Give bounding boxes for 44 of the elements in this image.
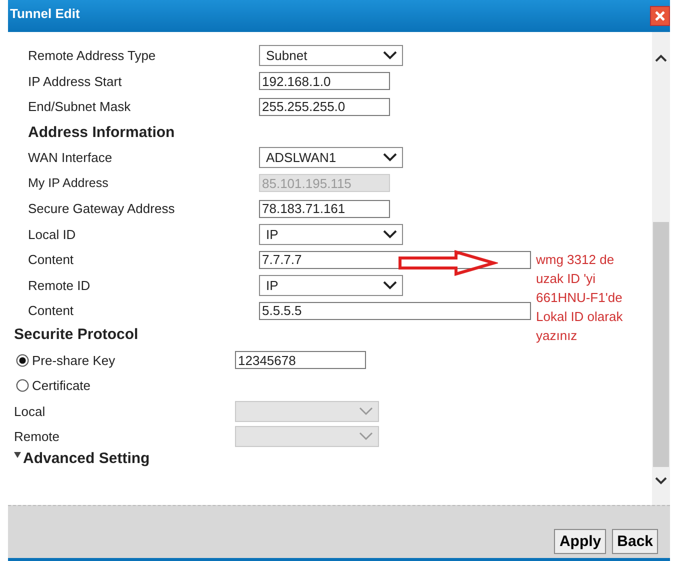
input-field[interactable]: 78.183.71.161 — [259, 200, 390, 218]
section-heading: Address Information — [28, 124, 175, 141]
dropdown[interactable]: ADSLWAN1 — [259, 147, 403, 168]
chevron-down-icon — [383, 280, 397, 290]
field-label: My IP Address — [28, 176, 110, 190]
triangle-down-icon — [14, 452, 21, 458]
input-field[interactable]: 255.255.255.0 — [259, 98, 390, 116]
field-label: Remote ID — [28, 278, 92, 293]
chevron-down-icon — [655, 477, 667, 485]
advanced-toggle[interactable]: Advanced Setting — [14, 450, 652, 472]
footer-button[interactable]: Back — [612, 529, 658, 554]
field-label: IP Address Start — [28, 74, 123, 89]
close-icon — [654, 10, 666, 22]
chevron-down-icon — [383, 153, 397, 162]
input-field[interactable]: 12345678 — [235, 351, 366, 370]
field-label: End/Subnet Mask — [28, 99, 132, 114]
scroll-thumb[interactable] — [653, 222, 669, 467]
chevron-down-icon — [383, 51, 397, 60]
field-label: Local — [14, 404, 46, 419]
field-label: Remote Address Type — [28, 48, 157, 64]
dropdown[interactable]: IP — [259, 224, 403, 245]
dropdown[interactable]: Subnet — [259, 45, 403, 66]
field-label: WAN Interface — [28, 150, 114, 166]
section-heading: Securite Protocol — [14, 324, 138, 344]
chevron-down-icon — [359, 406, 373, 416]
annotation-text: wmg 3312 de uzak ID 'yi 661HNU-F1'de Lokal ID olarak yazınız — [536, 251, 624, 345]
field-label: Remote — [14, 429, 61, 444]
input-field[interactable]: 192.168.1.0 — [259, 72, 390, 90]
radio-button[interactable]: Pre-share Key — [14, 352, 116, 368]
window-title: Tunnel Edit — [9, 5, 80, 21]
field-label: Local ID — [28, 226, 77, 242]
footer-button[interactable]: Apply — [554, 529, 606, 554]
chevron-down-icon — [383, 230, 397, 239]
input-field[interactable]: 7.7.7.7 — [259, 250, 531, 269]
close-button[interactable] — [650, 6, 670, 26]
input-field[interactable]: 5.5.5.5 — [259, 302, 531, 320]
chevron-up-icon — [655, 54, 667, 62]
field-label: Secure Gateway Address — [28, 201, 176, 216]
dropdown[interactable]: IP — [259, 274, 403, 296]
field-label: Content — [28, 252, 75, 268]
field-label: Content — [28, 303, 75, 318]
chevron-down-icon — [359, 432, 373, 442]
scrollbar[interactable] — [652, 32, 670, 505]
radio-button[interactable]: Certificate — [14, 378, 91, 394]
